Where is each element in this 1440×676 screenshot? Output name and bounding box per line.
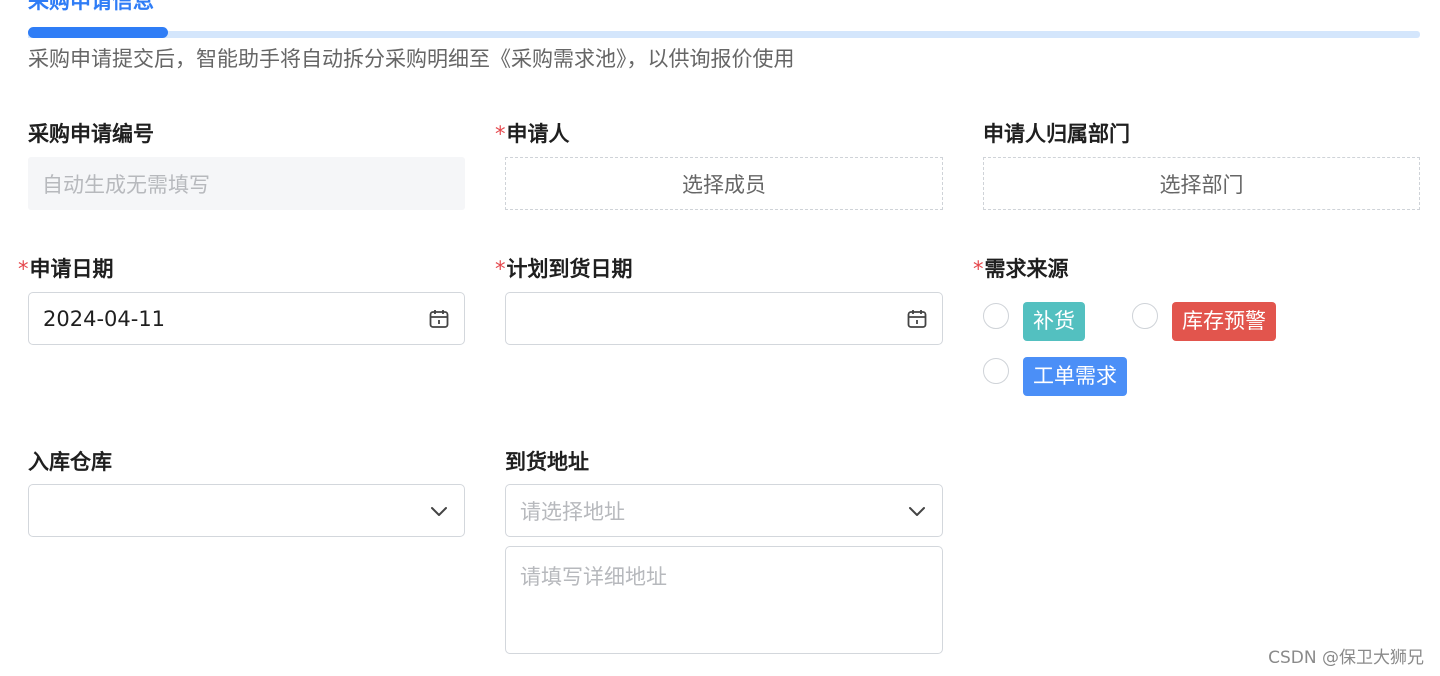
applicant-placeholder: 选择成员 <box>682 172 766 197</box>
apply-date-label: *申请日期 <box>18 255 114 283</box>
required-mark: * <box>495 257 506 281</box>
required-mark: * <box>973 257 984 281</box>
calendar-icon[interactable] <box>906 308 928 330</box>
applicant-label: *申请人 <box>495 120 570 148</box>
calendar-icon[interactable] <box>428 308 450 330</box>
warehouse-select[interactable] <box>28 484 465 537</box>
applicant-label-text: 申请人 <box>506 122 570 146</box>
source-label-text: 需求来源 <box>984 257 1069 281</box>
source-radio-replenish[interactable] <box>983 303 1009 329</box>
apply-date-label-text: 申请日期 <box>29 257 114 281</box>
source-tag-work-order[interactable]: 工单需求 <box>1023 357 1127 396</box>
address-placeholder: 请选择地址 <box>520 499 625 524</box>
arrival-date-label-text: 计划到货日期 <box>506 257 633 281</box>
apply-date-input[interactable]: 2024-04-11 <box>28 292 465 345</box>
address-label: 到货地址 <box>505 450 589 474</box>
department-placeholder: 选择部门 <box>1159 172 1244 197</box>
source-tag-stock-alert[interactable]: 库存预警 <box>1172 302 1276 341</box>
request-no-placeholder: 自动生成无需填写 <box>42 172 210 197</box>
address-select[interactable]: 请选择地址 <box>505 484 943 537</box>
request-no-label: 采购申请编号 <box>28 122 154 146</box>
address-detail-textarea[interactable]: 请填写详细地址 <box>505 546 943 654</box>
source-tag-replenish[interactable]: 补货 <box>1023 302 1085 341</box>
source-label: *需求来源 <box>973 255 1069 283</box>
watermark: CSDN @保卫大狮兄 <box>1268 648 1424 668</box>
arrival-date-label: *计划到货日期 <box>495 255 633 283</box>
applicant-select-member[interactable]: 选择成员 <box>505 157 943 210</box>
required-mark: * <box>18 257 29 281</box>
chevron-down-icon[interactable] <box>906 500 928 522</box>
source-radio-work-order[interactable] <box>983 358 1009 384</box>
warehouse-label: 入库仓库 <box>28 450 112 474</box>
address-detail-placeholder: 请填写详细地址 <box>520 565 667 589</box>
section-title-underline-active <box>28 27 168 38</box>
section-title: 采购申请信息 <box>28 0 154 13</box>
request-no-field: 自动生成无需填写 <box>28 157 465 210</box>
apply-date-value: 2024-04-11 <box>43 306 166 331</box>
chevron-down-icon[interactable] <box>428 500 450 522</box>
arrival-date-input[interactable] <box>505 292 943 345</box>
section-title-underline <box>28 31 1420 38</box>
required-mark: * <box>495 122 506 146</box>
department-label: 申请人归属部门 <box>983 122 1130 146</box>
department-select[interactable]: 选择部门 <box>983 157 1420 210</box>
source-radio-stock-alert[interactable] <box>1132 303 1158 329</box>
section-description: 采购申请提交后，智能助手将自动拆分采购明细至《采购需求池》，以供询报价使用 <box>28 47 795 71</box>
